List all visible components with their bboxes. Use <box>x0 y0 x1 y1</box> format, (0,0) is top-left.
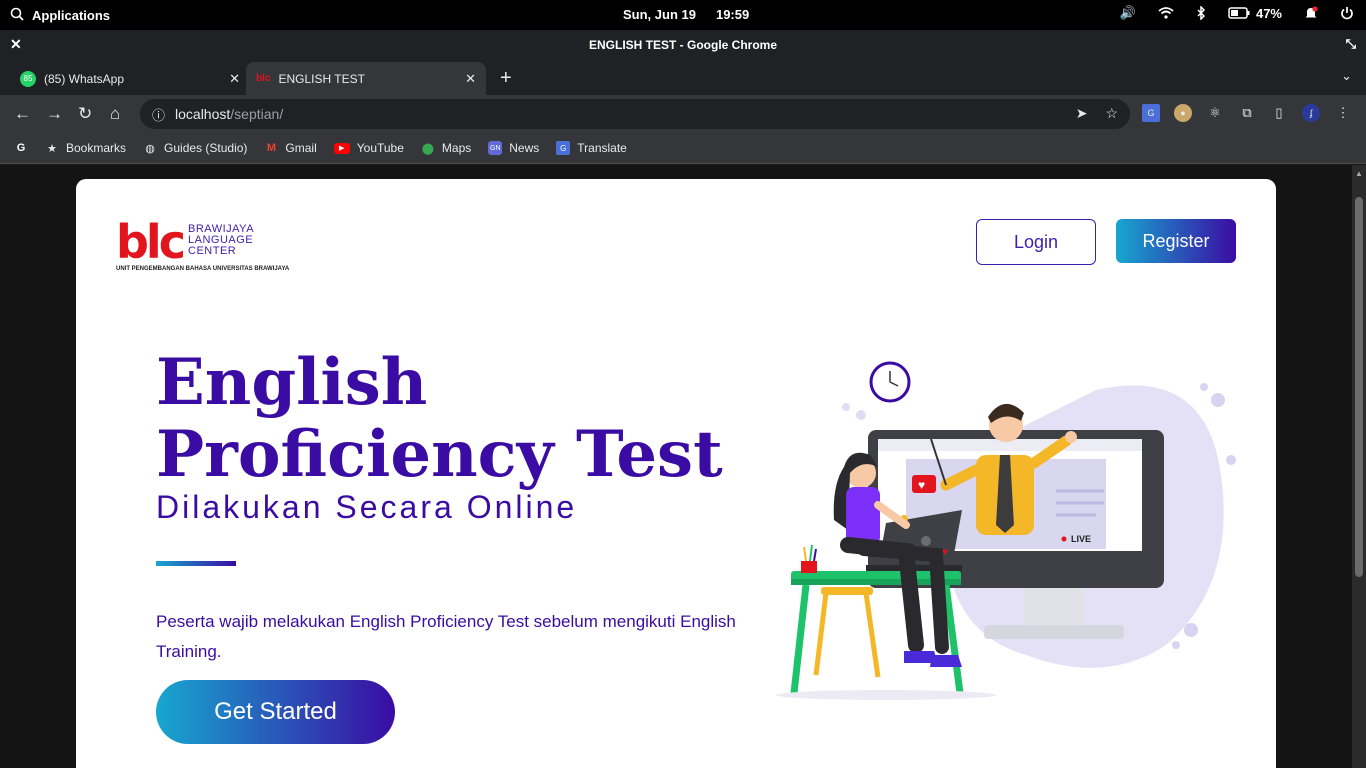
tab-search-chevron-icon[interactable]: ⌄ <box>1341 68 1352 84</box>
site-info-icon[interactable]: ⓘ <box>152 105 165 124</box>
bookmarks-bar: G ★ Bookmarks ◍ Guides (Studio) M Gmail ▶ Yo… <box>0 133 1366 164</box>
extensions-area: G ● ⚛ ⧉ ▯ ʄ ⋮ <box>1142 104 1352 122</box>
google-translate-ext-icon[interactable]: G <box>1142 104 1160 122</box>
address-bar[interactable]: ⓘ localhost/septian/ ➤ ☆ <box>140 99 1130 129</box>
system-top-bar: Applications Sun, Jun 19 19:59 🔊 47% <box>0 0 1366 30</box>
window-restore-icon[interactable]: ⤡ <box>1346 36 1356 52</box>
chrome-menu-icon[interactable]: ⋮ <box>1334 104 1352 122</box>
bluetooth-icon[interactable] <box>1196 6 1206 20</box>
google-icon: G <box>16 142 26 154</box>
reload-icon[interactable]: ↻ <box>78 104 92 124</box>
youtube-icon: ▶ <box>333 142 350 154</box>
bookmark-guides[interactable]: ◍ Guides (Studio) <box>143 141 247 155</box>
window-title-bar: ✕ ENGLISH TEST - Google Chrome ⤡ <box>0 30 1366 60</box>
react-devtools-icon[interactable]: ⚛ <box>1206 104 1224 122</box>
back-icon[interactable]: ← <box>14 104 31 124</box>
tab-label: (85) WhatsApp <box>44 71 125 86</box>
google-shortcut[interactable]: G <box>14 141 28 155</box>
scrollbar-thumb[interactable] <box>1355 197 1363 577</box>
translate-icon: G <box>556 141 571 155</box>
tab-english-test[interactable]: blc ENGLISH TEST ✕ <box>246 62 486 95</box>
clock-icon <box>869 361 911 403</box>
power-icon[interactable] <box>1340 6 1354 20</box>
logo-mark: blc <box>116 215 186 269</box>
clock[interactable]: Sun, Jun 19 19:59 <box>623 7 749 22</box>
system-tray[interactable]: 🔊 47% <box>1120 5 1354 21</box>
notification-bell-icon[interactable] <box>1304 6 1318 20</box>
applications-label: Applications <box>32 8 111 23</box>
news-icon: GN <box>488 141 503 155</box>
page-viewport: blc BRAWIJAYA LANGUAGE CENTER UNIT PENGE… <box>0 165 1352 768</box>
forward-icon[interactable]: → <box>46 104 63 124</box>
page-subheadline: Dilakukan Secara Online <box>156 489 578 525</box>
bookmark-youtube[interactable]: ▶ YouTube <box>333 141 404 155</box>
wifi-icon[interactable] <box>1158 7 1174 19</box>
applications-menu[interactable]: Applications <box>10 7 110 24</box>
whatsapp-icon: 85 <box>20 70 36 87</box>
gmail-icon: M <box>266 142 276 154</box>
login-button[interactable]: Login <box>976 219 1096 265</box>
hero-card: blc BRAWIJAYA LANGUAGE CENTER UNIT PENGE… <box>76 179 1276 768</box>
svg-text:LIVE: LIVE <box>1071 534 1091 544</box>
globe-icon: ◍ <box>145 142 155 155</box>
tab-close-icon[interactable]: ✕ <box>465 71 476 87</box>
get-started-button[interactable]: Get Started <box>156 680 395 744</box>
side-panel-icon[interactable]: ▯ <box>1270 104 1288 122</box>
blc-favicon: blc <box>256 73 271 84</box>
tab-close-icon[interactable]: ✕ <box>229 71 240 87</box>
new-tab-icon[interactable]: + <box>500 67 512 90</box>
bookmark-news[interactable]: GN News <box>488 141 539 155</box>
bookmark-gmail[interactable]: M Gmail <box>264 141 317 155</box>
tab-strip: 85 (85) WhatsApp ✕ blc ENGLISH TEST ✕ <box>0 60 1366 95</box>
send-tab-icon[interactable]: ➤ <box>1076 105 1088 122</box>
owl-ext-icon[interactable]: ● <box>1174 104 1192 122</box>
extensions-puzzle-icon[interactable]: ⧉ <box>1238 104 1256 122</box>
home-icon[interactable]: ⌂ <box>110 104 120 124</box>
blc-logo[interactable]: blc BRAWIJAYA LANGUAGE CENTER UNIT PENGE… <box>116 215 290 277</box>
battery-percent: 47% <box>1255 5 1282 21</box>
profile-avatar[interactable]: ʄ <box>1302 104 1320 122</box>
page-scrollbar[interactable]: ▲ <box>1352 165 1366 768</box>
bookmark-translate[interactable]: G Translate <box>556 141 627 155</box>
svg-text:♥: ♥ <box>918 478 925 492</box>
scroll-up-arrow-icon[interactable]: ▲ <box>1355 169 1363 178</box>
register-button[interactable]: Register <box>1116 219 1236 263</box>
search-icon <box>10 7 24 24</box>
online-learning-illustration: LIVE ♥ ♥ <box>776 361 1236 700</box>
volume-icon[interactable]: 🔊 <box>1120 5 1136 21</box>
bookmark-star-icon[interactable]: ☆ <box>1105 105 1118 122</box>
page-headline: English Proficiency Test <box>156 345 723 492</box>
logo-subtitle: UNIT PENGEMBANGAN BAHASA UNIVERSITAS BRA… <box>116 266 290 272</box>
tab-label: ENGLISH TEST <box>278 71 365 86</box>
tab-whatsapp[interactable]: 85 (85) WhatsApp ✕ <box>10 62 250 95</box>
url-text: localhost/septian/ <box>175 106 284 122</box>
battery-indicator[interactable]: 47% <box>1228 6 1282 21</box>
bookmark-maps[interactable]: ⬤ Maps <box>421 141 472 155</box>
accent-divider <box>156 561 236 566</box>
star-icon: ★ <box>47 142 57 155</box>
logo-name: BRAWIJAYA LANGUAGE CENTER <box>188 223 255 257</box>
window-title: ENGLISH TEST - Google Chrome <box>588 38 777 52</box>
time-label: 19:59 <box>715 7 750 22</box>
maps-pin-icon: ⬤ <box>421 142 435 155</box>
bookmark-bookmarks[interactable]: ★ Bookmarks <box>45 141 126 155</box>
description-text: Peserta wajib melakukan English Proficie… <box>156 612 736 661</box>
battery-icon <box>1228 7 1250 19</box>
date-label: Sun, Jun 19 <box>623 7 696 22</box>
